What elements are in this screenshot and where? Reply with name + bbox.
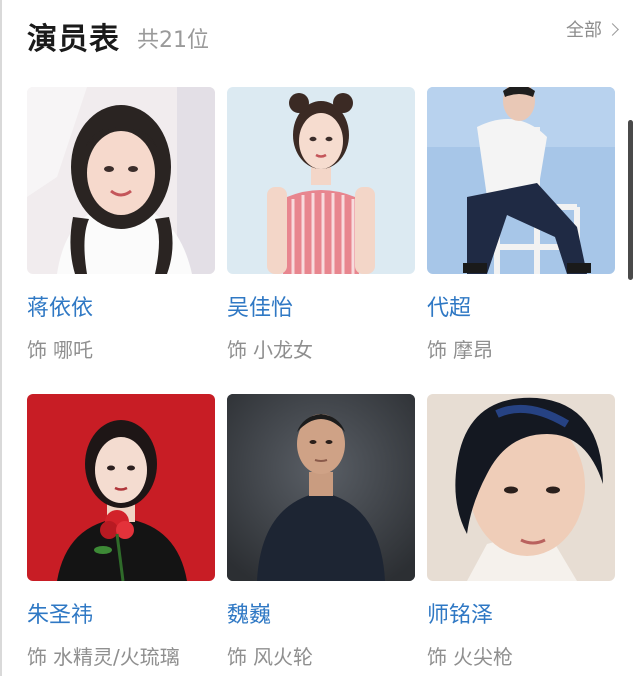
actor-photo[interactable] <box>227 87 415 274</box>
actor-photo[interactable] <box>427 87 615 274</box>
see-all-label: 全部 <box>566 20 602 41</box>
actor-name[interactable]: 蒋依依 <box>27 290 93 322</box>
role-prefix: 饰 <box>227 645 247 669</box>
actor-role: 饰哪吒 <box>27 334 93 363</box>
cast-card[interactable]: 吴佳怡 饰小龙女 <box>227 87 415 362</box>
chevron-right-icon <box>606 22 619 36</box>
role-prefix: 饰 <box>27 645 47 669</box>
actor-name[interactable]: 吴佳怡 <box>227 290 293 322</box>
role-prefix: 饰 <box>427 338 447 362</box>
actor-name[interactable]: 师铭泽 <box>427 597 493 629</box>
role-name: 火尖枪 <box>453 645 513 669</box>
cast-header: 演员表 共21位 全部 <box>27 10 619 57</box>
role-name: 风火轮 <box>253 645 313 669</box>
actor-role: 饰火尖枪 <box>427 641 513 670</box>
actor-name[interactable]: 朱圣祎 <box>27 597 93 629</box>
cast-card[interactable]: 师铭泽 饰火尖枪 <box>427 394 615 669</box>
role-name: 哪吒 <box>53 338 93 362</box>
actor-photo[interactable] <box>27 394 215 581</box>
actor-role: 饰水精灵/火琉璃 <box>27 641 180 670</box>
role-prefix: 饰 <box>27 338 47 362</box>
cast-card[interactable]: 魏巍 饰风火轮 <box>227 394 415 669</box>
actor-photo[interactable] <box>227 394 415 581</box>
actor-name[interactable]: 代超 <box>427 290 471 322</box>
actor-role: 饰风火轮 <box>227 641 313 670</box>
cast-card[interactable]: 代超 饰摩昂 <box>427 87 615 362</box>
role-name: 小龙女 <box>253 338 313 362</box>
actor-name[interactable]: 魏巍 <box>227 597 271 629</box>
role-prefix: 饰 <box>427 645 447 669</box>
actor-role: 饰摩昂 <box>427 334 493 363</box>
role-prefix: 饰 <box>227 338 247 362</box>
cast-title: 演员表 <box>27 22 120 57</box>
scrollbar[interactable] <box>628 120 633 280</box>
actor-photo[interactable] <box>27 87 215 274</box>
role-name: 水精灵/火琉璃 <box>53 645 180 669</box>
left-edge-divider <box>0 0 2 676</box>
cast-card[interactable]: 朱圣祎 饰水精灵/火琉璃 <box>27 394 215 669</box>
role-name: 摩昂 <box>453 338 493 362</box>
cast-count: 共21位 <box>137 28 209 53</box>
cast-card[interactable]: 蒋依依 饰哪吒 <box>27 87 215 362</box>
actor-role: 饰小龙女 <box>227 334 313 363</box>
actor-photo[interactable] <box>427 394 615 581</box>
see-all-link[interactable]: 全部 <box>566 16 619 42</box>
